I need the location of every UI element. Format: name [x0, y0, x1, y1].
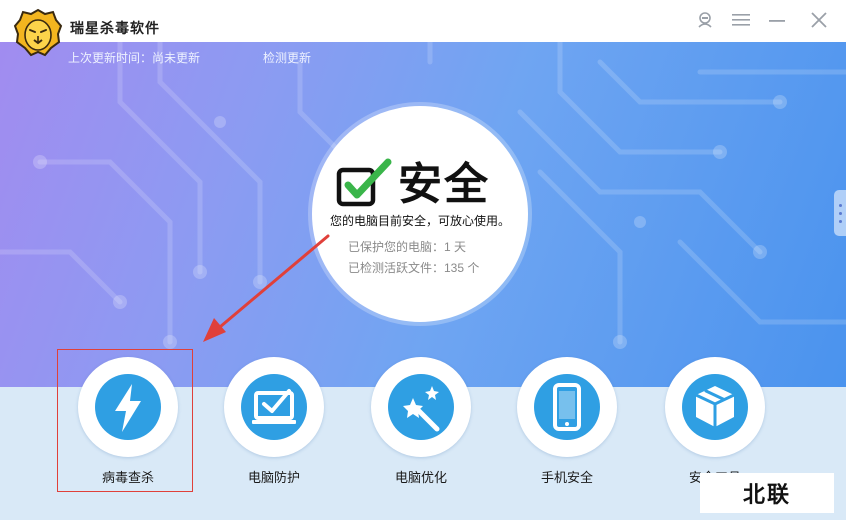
active-files-text: 已检测活跃文件：135 个	[348, 261, 480, 275]
pc-protection-button[interactable]: 电脑防护	[224, 357, 328, 487]
app-title: 瑞星杀毒软件	[70, 20, 160, 36]
status-description: 您的电脑目前安全，可放心使用。	[329, 214, 510, 228]
mobile-security-label: 手机安全	[540, 470, 593, 485]
toolbox-icon	[682, 374, 748, 440]
last-update-text: 上次更新时间：尚未更新	[68, 51, 201, 65]
side-drawer-handle[interactable]	[834, 190, 846, 236]
status-word: 安全	[398, 160, 490, 209]
security-tools-button[interactable]: 安全工具	[665, 357, 769, 487]
security-status-circle: 安全 您的电脑目前安全，可放心使用。 已保护您的电脑：1 天 已检测活跃文件：1…	[312, 106, 528, 322]
protected-days-text: 已保护您的电脑：1 天	[348, 240, 467, 254]
check-update-link[interactable]: 检测更新	[263, 49, 311, 66]
user-icon[interactable]	[692, 8, 718, 32]
checkbox-check-icon	[336, 158, 392, 207]
lion-head-icon	[13, 8, 63, 57]
monitor-check-icon	[241, 374, 307, 440]
title-bar: 瑞星杀毒软件	[0, 0, 846, 42]
rising-antivirus-window: 瑞星杀毒软件 上次更新时间：尚未更新 检测更新 安全 您的电脑目前安全，可放心使…	[0, 0, 846, 520]
virus-scan-label: 病毒查杀	[101, 470, 154, 485]
menu-icon[interactable]	[728, 8, 754, 32]
close-icon[interactable]	[806, 8, 832, 32]
pc-optimize-button[interactable]: 电脑优化	[371, 357, 475, 487]
watermark-text: 北联	[742, 482, 791, 507]
status-hero: 上次更新时间：尚未更新 检测更新 安全 您的电脑目前安全，可放心使用。 已保护您…	[0, 42, 846, 387]
minimize-icon[interactable]	[764, 8, 790, 32]
virus-scan-button[interactable]: 病毒查杀	[78, 357, 182, 487]
mobile-security-button[interactable]: 手机安全	[517, 357, 621, 487]
watermark: 北联	[700, 473, 834, 513]
pc-protection-label: 电脑防护	[247, 470, 300, 485]
pc-optimize-label: 电脑优化	[394, 470, 447, 485]
magic-wand-icon	[388, 374, 454, 440]
phone-icon	[534, 374, 600, 440]
lightning-icon	[95, 374, 161, 440]
